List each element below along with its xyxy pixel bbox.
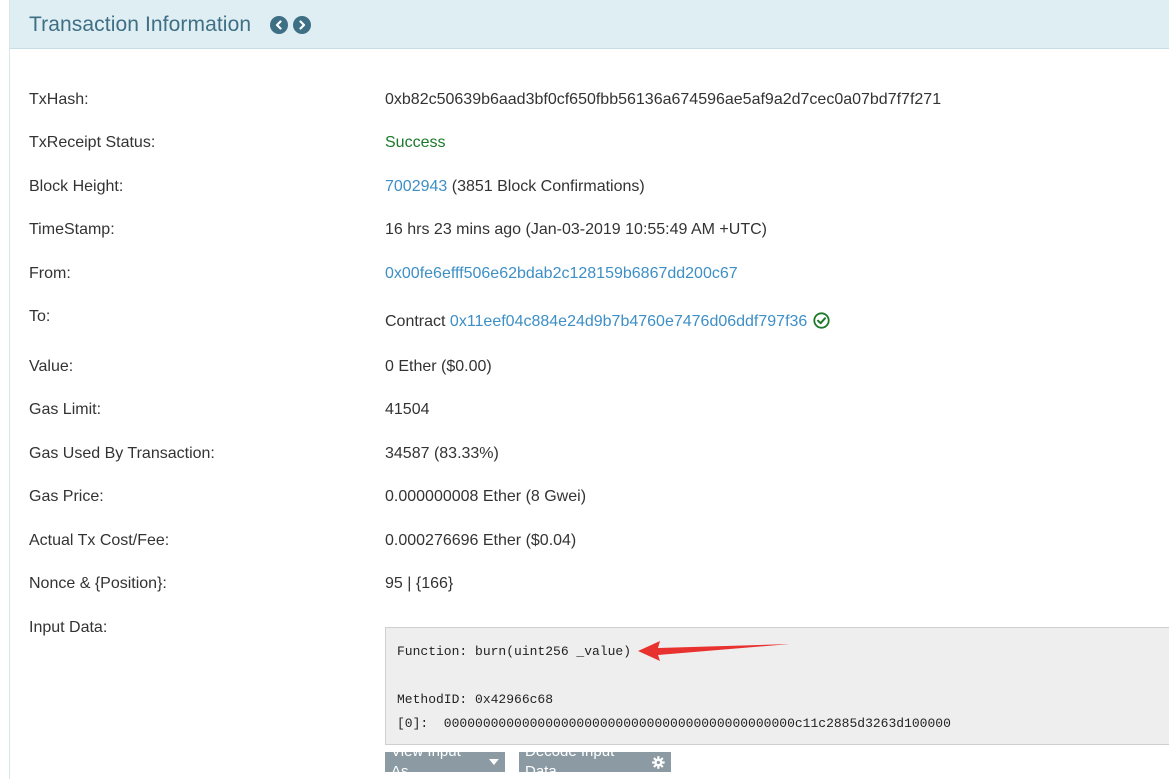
gas-limit-value: 41504: [385, 401, 430, 418]
tx-fee-value: 0.000276696 Ether ($0.04): [385, 532, 577, 549]
chevron-right-icon: [299, 20, 306, 30]
block-height-value: 7002943 (3851 Block Confirmations): [385, 178, 645, 196]
gear-icon: [652, 755, 665, 769]
txhash-label: TxHash:: [29, 91, 89, 108]
view-input-as-label: View Input As: [391, 743, 461, 780]
nonce-label: Nonce & {Position}:: [29, 575, 167, 592]
gas-used-value: 34587 (83.33%): [385, 445, 499, 462]
page-title: Transaction Information: [29, 13, 252, 36]
input-function-signature: Function: burn(uint256 _value): [397, 644, 632, 659]
red-arrow-annotation: [638, 641, 790, 661]
next-transaction-button[interactable]: [293, 16, 311, 34]
chevron-left-icon: [275, 20, 282, 30]
value-label: Value:: [29, 358, 74, 375]
to-label: To:: [29, 308, 51, 325]
panel-header: Transaction Information: [10, 0, 1169, 49]
to-prefix: Contract: [385, 313, 450, 330]
to-address-link[interactable]: 0x11eef04c884e24d9b7b4760e7476d06ddf797f…: [450, 313, 807, 330]
status-value: Success: [385, 134, 446, 151]
from-address-link[interactable]: 0x00fe6efff506e62bdab2c128159b6867dd200c…: [385, 265, 738, 282]
status-label: TxReceipt Status:: [29, 134, 156, 151]
block-confirmations: (3851 Block Confirmations): [447, 178, 645, 195]
gas-used-label: Gas Used By Transaction:: [29, 445, 215, 462]
timestamp-value: 16 hrs 23 mins ago (Jan-03-2019 10:55:49…: [385, 221, 767, 238]
timestamp-label: TimeStamp:: [29, 221, 115, 238]
value-value: 0 Ether ($0.00): [385, 358, 492, 375]
to-value: Contract 0x11eef04c884e24d9b7b4760e7476d…: [385, 312, 830, 331]
decode-input-data-label: Decode Input Data: [525, 743, 615, 780]
prev-transaction-button[interactable]: [270, 16, 288, 34]
gas-price-value: 0.000000008 Ether (8 Gwei): [385, 488, 587, 505]
input-method-id: MethodID: 0x42966c68: [397, 692, 554, 707]
from-label: From:: [29, 265, 71, 282]
verified-check-icon: [813, 312, 830, 329]
input-param-0: [0]: 00000000000000000000000000000000000…: [397, 716, 951, 731]
nonce-value: 95 | {166}: [385, 575, 454, 592]
input-data-label: Input Data:: [29, 619, 108, 636]
from-value: 0x00fe6efff506e62bdab2c128159b6867dd200c…: [385, 265, 738, 283]
decode-input-data-button[interactable]: Decode Input Data: [519, 743, 671, 780]
block-number-link[interactable]: 7002943: [385, 178, 447, 195]
block-height-label: Block Height:: [29, 178, 124, 195]
gas-limit-label: Gas Limit:: [29, 401, 102, 418]
gas-price-label: Gas Price:: [29, 488, 104, 505]
txhash-value: 0xb82c50639b6aad3bf0cf650fbb56136a674596…: [385, 91, 942, 108]
tx-fee-label: Actual Tx Cost/Fee:: [29, 532, 170, 549]
caret-down-icon: [489, 759, 499, 765]
view-input-as-button[interactable]: View Input As: [385, 743, 505, 780]
